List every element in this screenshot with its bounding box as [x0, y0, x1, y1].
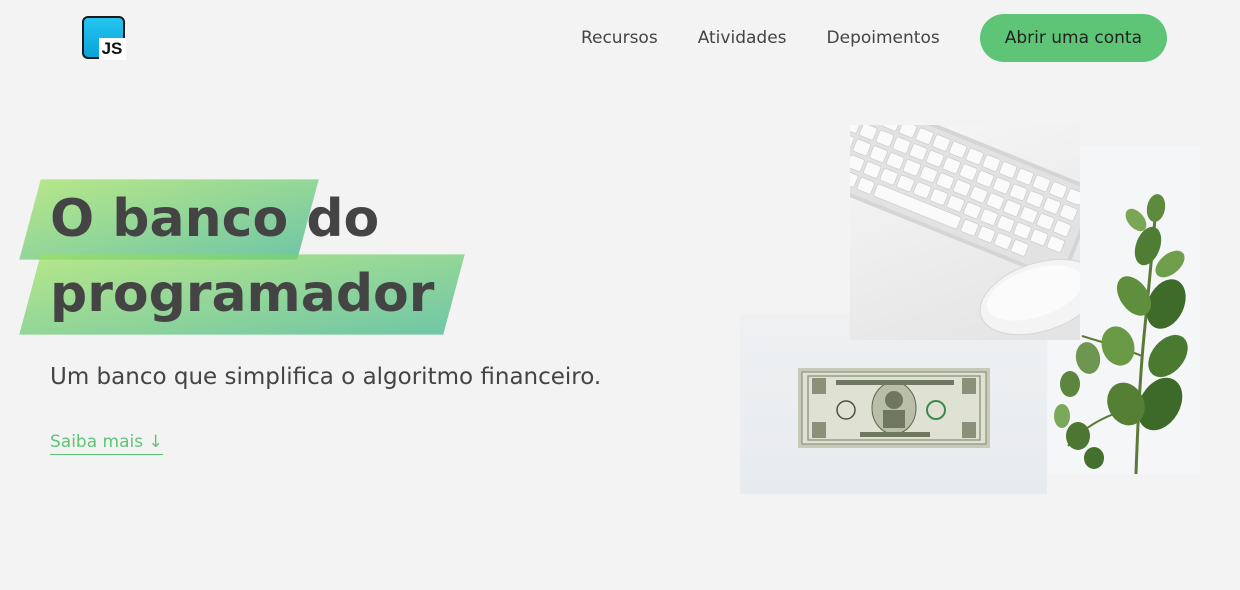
keyboard-mouse-photo — [850, 125, 1080, 340]
logo-text: JS — [102, 39, 123, 58]
main-nav: Recursos Atividades Depoimentos Abrir um… — [581, 14, 1167, 62]
nav-link-atividades[interactable]: Atividades — [698, 28, 787, 48]
nav-link-depoimentos[interactable]: Depoimentos — [827, 28, 940, 48]
learn-more-link[interactable]: Saiba mais ↓ — [50, 432, 163, 455]
logo-icon: JS — [82, 16, 126, 60]
logo[interactable]: JS — [82, 16, 126, 60]
open-account-button[interactable]: Abrir uma conta — [979, 14, 1167, 62]
dollar-bill-photo — [740, 314, 1047, 494]
hero-headline: O banco do programador — [50, 182, 601, 332]
hero-section: O banco do programador Um banco que simp… — [50, 182, 601, 455]
keyboard-icon — [850, 125, 1080, 336]
headline-plain-text: do — [306, 189, 380, 249]
headline-highlight-2: programador — [50, 257, 434, 332]
dollar-bill-icon — [798, 368, 990, 448]
headline-line-2: programador — [50, 257, 434, 332]
headline-line-1: O banco do — [50, 182, 379, 257]
nav-link-recursos[interactable]: Recursos — [581, 28, 658, 48]
headline-highlight-1: O banco — [50, 182, 288, 257]
hero-subtitle: Um banco que simplifica o algoritmo fina… — [50, 364, 602, 390]
